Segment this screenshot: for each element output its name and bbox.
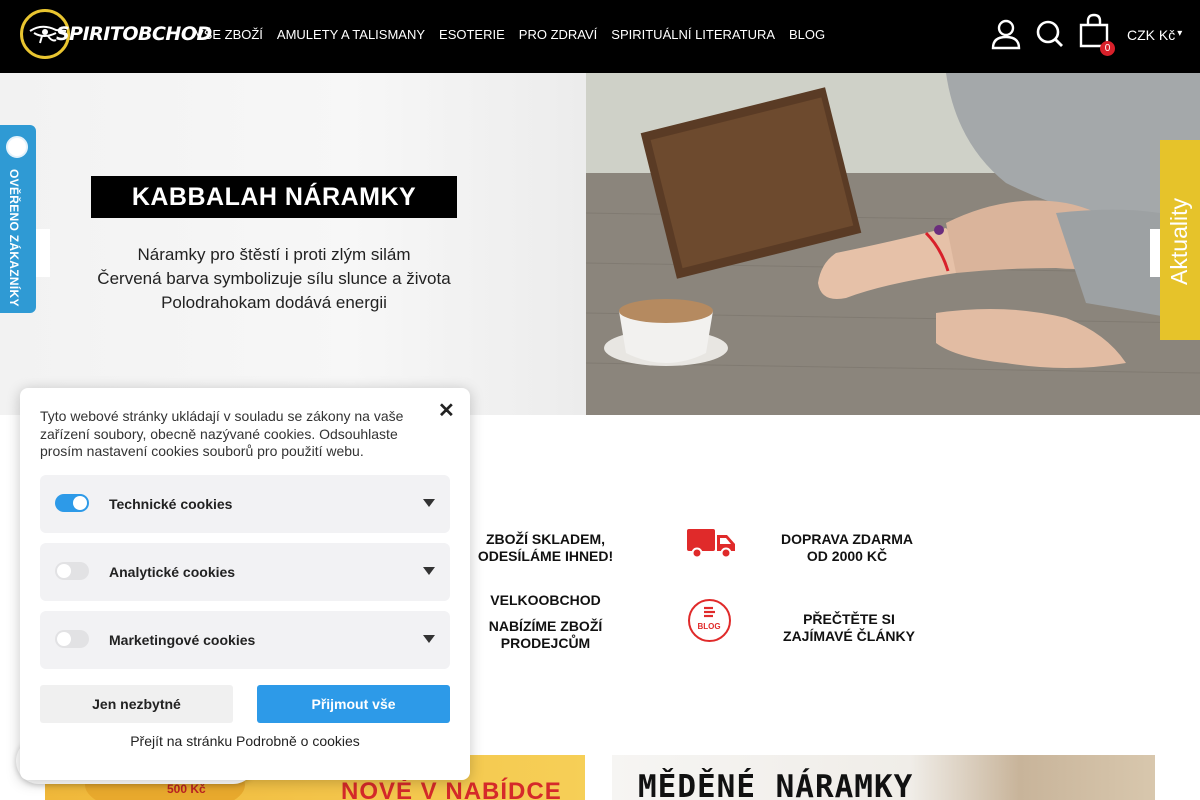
nav-item-amulets[interactable]: Amulety a talismany [277,27,425,42]
chevron-down-icon: ▾ [1177,28,1183,39]
nav-item-esoterics[interactable]: Esoterie [439,27,505,42]
news-side-tab[interactable]: Aktuality [1160,140,1200,340]
cookie-consent-dialog: ✕ Tyto webové stránky ukládají v souladu… [20,388,470,780]
toggle-knob [73,496,87,510]
banner-title: MĚDĚNÉ NÁRAMKY [638,769,914,800]
hero-line: Polodrahokam dodává energii [161,293,387,312]
verified-badge-label: OVĚŘENO ZÁKAZNÍKY [7,169,21,307]
search-icon[interactable] [1034,15,1066,53]
site-header: SPIRITOBCHOD Vše zboží Amulety a talisma… [0,0,1200,73]
toggle-knob [57,632,71,646]
user-icon[interactable] [990,15,1022,53]
feature-wholesale-title: VELKOOBCHOD [490,592,601,608]
currency-selector[interactable]: CZK Kč ▾ [1127,27,1182,43]
currency-label: CZK Kč [1127,27,1176,43]
hero-title: KABBALAH NÁRAMKY [91,176,457,218]
verified-seal-icon [6,136,28,158]
nav-item-all-goods[interactable]: Vše zboží [195,27,263,42]
caret-down-icon[interactable] [423,499,435,507]
feature-free-shipping: DOPRAVA ZDARMA OD 2000 KČ [781,531,913,564]
nav-item-literature[interactable]: Spirituální literatura [611,27,775,42]
cookie-category-marketing[interactable]: Marketingové cookies [40,611,450,669]
accept-all-button[interactable]: Přijmout vše [257,685,450,723]
main-nav: Vše zboží Amulety a talismany Esoterie P… [195,27,839,42]
close-icon[interactable]: ✕ [438,398,455,423]
toggle-marketing[interactable] [55,630,89,648]
hero-slider: KABBALAH NÁRAMKY Náramky pro štěstí i pr… [0,73,1200,415]
hero-photo [586,73,1200,415]
cookie-category-technical[interactable]: Technické cookies [40,475,450,533]
nav-item-blog[interactable]: Blog [789,27,825,42]
blog-icon-label: BLOG [697,622,721,631]
nav-item-health[interactable]: Pro zdraví [519,27,598,42]
feature-wholesale-text: NABÍZÍME ZBOŽÍ PRODEJCŮM [488,618,603,651]
cookie-intro-text: Tyto webové stránky ukládají v souladu s… [40,408,404,459]
logo-text: SPIRITOBCHOD [56,23,212,45]
cookie-details-link[interactable]: Přejít na stránku Podrobně o cookies [20,733,470,749]
toggle-analytics[interactable] [55,562,89,580]
blog-icon[interactable]: BLOG [688,599,731,642]
list-lines-icon [704,606,715,618]
cookie-category-label: Marketingové cookies [109,632,256,648]
toggle-knob [57,564,71,578]
verified-customers-badge[interactable]: OVĚŘENO ZÁKAZNÍKY [0,125,36,313]
necessary-only-button[interactable]: Jen nezbytné [40,685,233,723]
feature-in-stock: ZBOŽÍ SKLADEM, ODESÍLÁME IHNED! [477,531,614,564]
hero-description: Náramky pro štěstí i proti zlým silám Če… [91,243,457,315]
cookie-category-label: Technické cookies [109,496,233,512]
news-tab-label: Aktuality [1166,198,1192,285]
cookie-category-label: Analytické cookies [109,564,236,580]
banner-title: NOVĚ V NABÍDCE [341,778,562,800]
cookie-category-analytics[interactable]: Analytické cookies [40,543,450,601]
copper-bracelets-banner[interactable]: MĚDĚNÉ NÁRAMKY [612,755,1155,800]
caret-down-icon[interactable] [423,635,435,643]
hero-line: Červená barva symbolizuje sílu slunce a … [97,269,451,288]
site-logo[interactable]: SPIRITOBCHOD [20,8,212,64]
truck-icon [687,529,735,559]
toggle-technical[interactable] [55,494,89,512]
caret-down-icon[interactable] [423,567,435,575]
cart-count-badge: 0 [1100,41,1115,56]
feature-read-articles: PŘEČTĚTE SI ZAJÍMAVÉ ČLÁNKY [783,611,915,644]
banner-price: 500 Kč [167,782,206,796]
hero-text-panel: KABBALAH NÁRAMKY Náramky pro štěstí i pr… [0,73,586,415]
hero-line: Náramky pro štěstí i proti zlým silám [137,245,411,264]
slider-prev-button[interactable] [36,229,50,277]
